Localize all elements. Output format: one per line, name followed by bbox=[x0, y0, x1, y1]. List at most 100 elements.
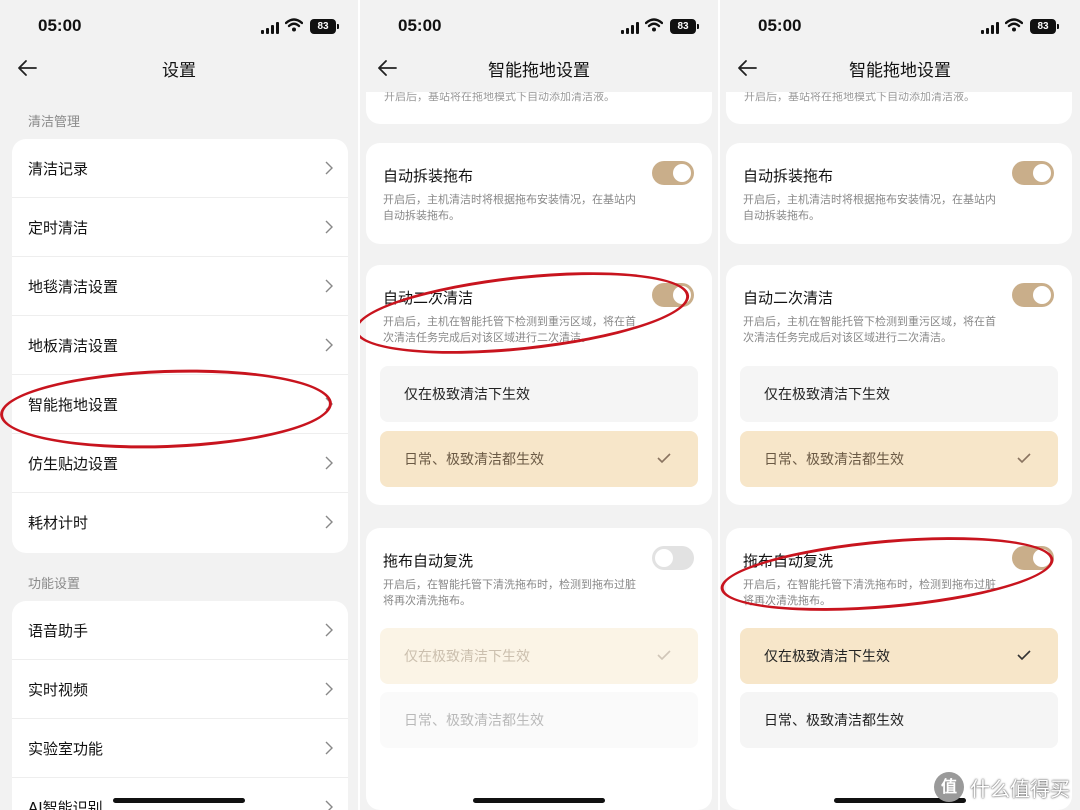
setting-desc: 将再次清洗拖布。 bbox=[743, 594, 831, 607]
setting-title: 自动拆装拖布 bbox=[743, 167, 834, 185]
second-clean-card: 自动二次清洁 开启后，主机在智能托管下检测到重污区域，将在首 次清洁任务完成后对… bbox=[366, 265, 712, 505]
nav-bar: 智能拖地设置 bbox=[720, 52, 1080, 84]
row-scheduled-cleaning[interactable]: 定时清洁 bbox=[12, 198, 348, 257]
section-label-cleaning: 清洁管理 bbox=[28, 115, 81, 130]
option-label: 日常、极致清洁都生效 bbox=[404, 713, 544, 729]
second-clean-toggle[interactable] bbox=[652, 283, 694, 307]
option-label: 仅在极致清洁下生效 bbox=[404, 387, 530, 403]
row-consumables-timer[interactable]: 耗材计时 bbox=[12, 493, 348, 552]
chevron-right-icon bbox=[325, 800, 333, 810]
status-time: 05:00 bbox=[38, 16, 82, 35]
option-daily-and-deep[interactable]: 日常、极致清洁都生效 bbox=[380, 692, 698, 748]
scrolled-card-top: 开启后，基站将在拖地模式下自动添加清洁液。 bbox=[366, 92, 712, 124]
feature-settings-card: 语音助手 实时视频 实验室功能 AI智能识别 bbox=[12, 601, 348, 810]
option-label: 日常、极致清洁都生效 bbox=[404, 452, 544, 468]
option-label: 日常、极致清洁都生效 bbox=[764, 452, 904, 468]
mop-rewash-card: 拖布自动复洗 开启后，在智能托管下清洗拖布时，检测到拖布过脏 将再次清洗拖布。 … bbox=[726, 528, 1072, 810]
status-time: 05:00 bbox=[758, 16, 802, 35]
row-label: 实时视频 bbox=[28, 681, 89, 699]
row-ai-recognition[interactable]: AI智能识别 bbox=[12, 778, 348, 810]
smart-mopping-screen-a: 05:00 83 智能拖地设置 开启后，基站将在拖地模式下自动添加清洁液。 自动… bbox=[360, 0, 718, 810]
option-deep-only[interactable]: 仅在极致清洁下生效 bbox=[740, 366, 1058, 422]
option-daily-and-deep[interactable]: 日常、极致清洁都生效 bbox=[740, 431, 1058, 487]
mop-rewash-toggle[interactable] bbox=[652, 546, 694, 570]
setting-title: 自动拆装拖布 bbox=[383, 167, 474, 185]
row-label: 清洁记录 bbox=[28, 160, 89, 178]
nav-bar: 设置 bbox=[0, 52, 358, 84]
settings-screen: 05:00 83 设置 清洁管理 清洁记录 定时清洁 地毯清洁设置 地板清洁设置… bbox=[0, 0, 358, 810]
row-edge-cleaning-settings[interactable]: 仿生贴边设置 bbox=[12, 434, 348, 493]
setting-title: 自动二次清洁 bbox=[383, 289, 474, 307]
option-daily-and-deep[interactable]: 日常、极致清洁都生效 bbox=[380, 431, 698, 487]
row-label: 实验室功能 bbox=[28, 740, 104, 758]
row-smart-mopping-settings[interactable]: 智能拖地设置 bbox=[12, 375, 348, 434]
home-indicator bbox=[473, 798, 605, 803]
row-live-video[interactable]: 实时视频 bbox=[12, 660, 348, 719]
smart-mopping-screen-b: 05:00 83 智能拖地设置 开启后，基站将在拖地模式下自动添加清洁液。 自动… bbox=[720, 0, 1080, 810]
setting-desc: 开启后，在智能托管下清洗拖布时，检测到拖布过脏 bbox=[743, 578, 996, 591]
scrolled-description: 开启后，基站将在拖地模式下自动添加清洁液。 bbox=[384, 92, 615, 103]
watermark-text: 什么值得买 bbox=[970, 776, 1070, 801]
page-title: 智能拖地设置 bbox=[488, 61, 590, 81]
check-icon bbox=[1017, 453, 1031, 464]
chevron-right-icon bbox=[325, 682, 333, 696]
setting-desc: 开启后，主机清洁时将根据拖布安装情况，在基站内 bbox=[383, 193, 636, 206]
check-icon bbox=[657, 453, 671, 464]
scrolled-description: 开启后，基站将在拖地模式下自动添加清洁液。 bbox=[744, 92, 975, 103]
row-label: 智能拖地设置 bbox=[28, 396, 119, 414]
chevron-right-icon bbox=[325, 456, 333, 470]
signal-icon bbox=[621, 22, 639, 34]
chevron-right-icon bbox=[325, 741, 333, 755]
chevron-right-icon bbox=[325, 515, 333, 529]
row-voice-assistant[interactable]: 语音助手 bbox=[12, 601, 348, 660]
row-lab-features[interactable]: 实验室功能 bbox=[12, 719, 348, 778]
wifi-icon bbox=[1005, 18, 1023, 32]
watermark-logo: 值 bbox=[934, 772, 964, 802]
watermark: 值 什么值得买 bbox=[934, 772, 1070, 802]
second-clean-card: 自动二次清洁 开启后，主机在智能托管下检测到重污区域，将在首 次清洁任务完成后对… bbox=[726, 265, 1072, 505]
option-label: 仅在极致清洁下生效 bbox=[764, 387, 890, 403]
setting-desc: 开启后，主机清洁时将根据拖布安装情况，在基站内 bbox=[743, 193, 996, 206]
option-deep-only[interactable]: 仅在极致清洁下生效 bbox=[380, 628, 698, 684]
option-label: 仅在极致清洁下生效 bbox=[764, 649, 890, 665]
chevron-right-icon bbox=[325, 161, 333, 175]
chevron-right-icon bbox=[325, 397, 333, 411]
mop-rewash-toggle[interactable] bbox=[1012, 546, 1054, 570]
status-bar: 05:00 83 bbox=[0, 0, 358, 52]
signal-icon bbox=[981, 22, 999, 34]
check-icon bbox=[1017, 650, 1031, 661]
chevron-right-icon bbox=[325, 279, 333, 293]
option-label: 仅在极致清洁下生效 bbox=[404, 649, 530, 665]
auto-detach-toggle[interactable] bbox=[1012, 161, 1054, 185]
auto-detach-card: 自动拆装拖布 开启后，主机清洁时将根据拖布安装情况，在基站内 自动拆装拖布。 bbox=[726, 143, 1072, 244]
row-label: 地板清洁设置 bbox=[28, 337, 119, 355]
section-label-features: 功能设置 bbox=[28, 577, 81, 592]
chevron-right-icon bbox=[325, 338, 333, 352]
auto-detach-toggle[interactable] bbox=[652, 161, 694, 185]
status-bar: 05:00 83 bbox=[720, 0, 1080, 52]
scrolled-card-top: 开启后，基站将在拖地模式下自动添加清洁液。 bbox=[726, 92, 1072, 124]
auto-detach-card: 自动拆装拖布 开启后，主机清洁时将根据拖布安装情况，在基站内 自动拆装拖布。 bbox=[366, 143, 712, 244]
row-label: 语音助手 bbox=[28, 622, 89, 640]
row-floor-settings[interactable]: 地板清洁设置 bbox=[12, 316, 348, 375]
status-bar: 05:00 83 bbox=[360, 0, 718, 52]
battery-indicator: 83 bbox=[310, 19, 339, 34]
row-label: 定时清洁 bbox=[28, 219, 89, 237]
setting-desc: 自动拆装拖布。 bbox=[743, 209, 820, 222]
signal-icon bbox=[261, 22, 279, 34]
second-clean-toggle[interactable] bbox=[1012, 283, 1054, 307]
setting-title: 拖布自动复洗 bbox=[383, 552, 474, 570]
mop-rewash-card: 拖布自动复洗 开启后，在智能托管下清洗拖布时，检测到拖布过脏 将再次清洗拖布。 … bbox=[366, 528, 712, 810]
chevron-right-icon bbox=[325, 220, 333, 234]
row-carpet-settings[interactable]: 地毯清洁设置 bbox=[12, 257, 348, 316]
setting-desc: 次清洁任务完成后对该区域进行二次清洁。 bbox=[743, 331, 952, 344]
option-daily-and-deep[interactable]: 日常、极致清洁都生效 bbox=[740, 692, 1058, 748]
setting-desc: 将再次清洗拖布。 bbox=[383, 594, 471, 607]
row-label: AI智能识别 bbox=[28, 799, 103, 810]
setting-desc: 开启后，主机在智能托管下检测到重污区域，将在首 bbox=[743, 315, 996, 328]
option-deep-only[interactable]: 仅在极致清洁下生效 bbox=[380, 366, 698, 422]
row-cleaning-records[interactable]: 清洁记录 bbox=[12, 139, 348, 198]
page-title: 智能拖地设置 bbox=[849, 61, 951, 81]
chevron-right-icon bbox=[325, 623, 333, 637]
option-deep-only[interactable]: 仅在极致清洁下生效 bbox=[740, 628, 1058, 684]
